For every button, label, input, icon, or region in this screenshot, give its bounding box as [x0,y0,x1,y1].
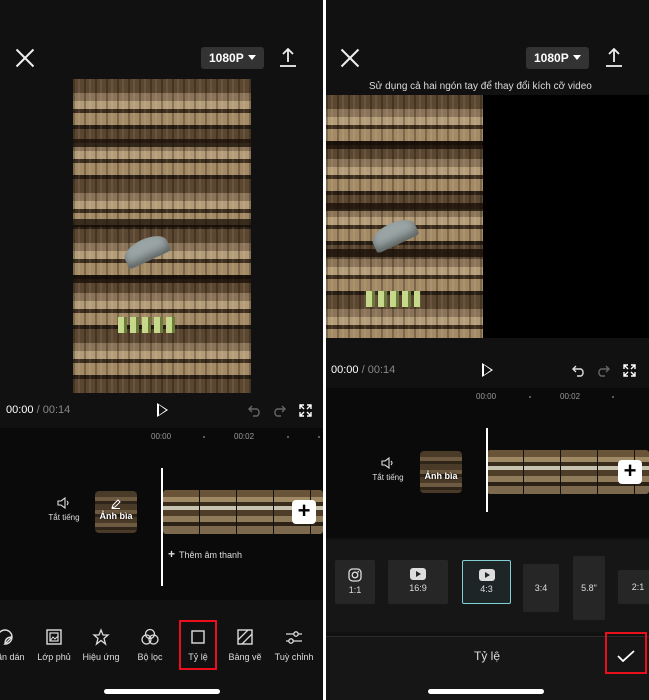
ratio-label: 16:9 [409,583,427,593]
redo-icon[interactable] [596,363,610,377]
mute-button[interactable]: Tắt tiếng [44,497,84,522]
panel-title: Tỷ lệ [474,649,501,663]
time-display: 00:00 / 00:14 [6,404,70,416]
tool-label: Tuỳ chỉnh [274,652,314,662]
tick-label: 00:02 [234,432,255,441]
cover-label: Ảnh bìa [99,511,133,521]
edit-icon [111,499,121,509]
undo-icon[interactable] [572,363,586,377]
tool-label: Hiệu ứng [82,652,120,662]
tool-adjust[interactable]: Tuỳ chỉnh [271,628,317,662]
caret-down-icon [572,55,581,60]
video-preview[interactable] [326,95,483,338]
ratio-options: 1:1 16:9 4:3 3:4 5.8" 2:1 [326,540,649,632]
tick-label: 00:00 [151,432,172,441]
fullscreen-icon[interactable] [299,404,312,417]
resolution-label: 1080P [534,51,569,65]
ratio-option-3-4[interactable]: 3:4 [523,564,559,612]
plus-icon: + [168,547,176,561]
play-icon[interactable] [157,403,168,417]
home-indicator [428,689,544,694]
tool-canvas[interactable]: Bảng vẽ [222,628,268,662]
highlight-ratio-tool [179,620,217,670]
total-time: 00:14 [367,364,396,376]
ratio-option-4-3[interactable]: 4:3 [462,560,511,604]
playhead[interactable] [161,468,163,586]
redo-icon[interactable] [272,403,286,417]
ratio-option-16-9[interactable]: 16:9 [388,560,448,604]
caret-down-icon [247,55,256,60]
cover-label: Ảnh bìa [424,471,458,481]
youtube-icon [410,568,426,580]
bottom-toolbar: Nhãn dán Lớp phủ Hiệu ứng Bộ lọc Tỷ lệ B… [0,620,323,678]
tool-filter[interactable]: Bộ lọc [127,628,173,662]
ratio-label: 3:4 [534,583,548,593]
overlay-icon [46,629,62,645]
video-preview[interactable] [73,79,251,393]
speaker-icon [381,457,393,469]
speaker-icon [57,497,69,509]
tool-label: Lớp phủ [37,652,71,662]
ratio-option-5-8[interactable]: 5.8" [573,556,605,620]
add-audio-label: Thêm âm thanh [179,550,243,560]
add-clip-button[interactable]: + [618,460,642,484]
instagram-icon [348,568,362,582]
filter-icon [141,628,159,645]
playhead[interactable] [486,428,488,512]
mute-button[interactable]: Tắt tiếng [368,457,408,482]
cover-button[interactable]: Ảnh bìa [95,491,137,533]
resolution-button[interactable]: 1080P [526,47,589,69]
resolution-label: 1080P [209,51,244,65]
tool-sticker[interactable]: Nhãn dán [0,628,28,662]
export-icon[interactable] [604,47,624,69]
right-screen: 1080P Sử dụng cả hai ngón tay để thay đổ… [326,0,649,700]
cover-button[interactable]: Ảnh bìa [420,451,462,493]
fullscreen-icon[interactable] [623,364,636,377]
tool-effects[interactable]: Hiệu ứng [78,628,124,662]
tick-label: 00:00 [476,392,497,401]
timeline[interactable]: 00:00 00:02 Tắt tiếng Ảnh bìa + [326,388,649,538]
ratio-label: 5.8" [581,583,597,593]
close-icon[interactable] [340,48,360,68]
current-time: 00:00 [331,364,359,376]
time-separator: / [36,404,40,416]
add-clip-button[interactable]: + [292,500,316,524]
ratio-option-2-1[interactable]: 2:1 [618,570,649,604]
time-separator: / [361,364,365,376]
add-audio-button[interactable]: + Thêm âm thanh [168,547,242,561]
tool-label: Bảng vẽ [228,652,262,662]
youtube-icon [478,569,495,581]
undo-icon[interactable] [248,403,262,417]
tool-label: Bộ lọc [137,652,163,662]
current-time: 00:00 [6,404,34,416]
time-display: 00:00 / 00:14 [331,364,395,376]
export-icon[interactable] [278,47,298,69]
sticker-icon [0,629,13,645]
ratio-label: 4:3 [480,584,493,594]
left-screen: 1080P 00:00 / 00:14 00:00 00:02 Tắt tiến… [0,0,323,700]
canvas-icon [237,629,253,645]
total-time: 00:14 [42,404,71,416]
close-icon[interactable] [15,48,35,68]
mute-label: Tắt tiếng [48,513,80,522]
mute-label: Tắt tiếng [372,473,404,482]
tool-overlay[interactable]: Lớp phủ [31,628,77,662]
ratio-label: 1:1 [348,585,362,595]
timeline[interactable]: 00:00 00:02 Tắt tiếng Ảnh bìa + + Thêm âm… [0,428,323,600]
tick-label: 00:02 [560,392,581,401]
star-sparkle-icon [92,628,110,646]
resolution-button[interactable]: 1080P [201,47,264,69]
sliders-icon [286,631,302,644]
resize-hint: Sử dụng cả hai ngón tay để thay đổi kích… [369,81,592,92]
highlight-confirm [605,632,647,674]
home-indicator [104,689,220,694]
ratio-option-1-1[interactable]: 1:1 [335,560,375,604]
play-icon[interactable] [482,363,493,377]
ratio-label: 2:1 [631,582,645,592]
tool-label: Nhãn dán [0,652,25,662]
